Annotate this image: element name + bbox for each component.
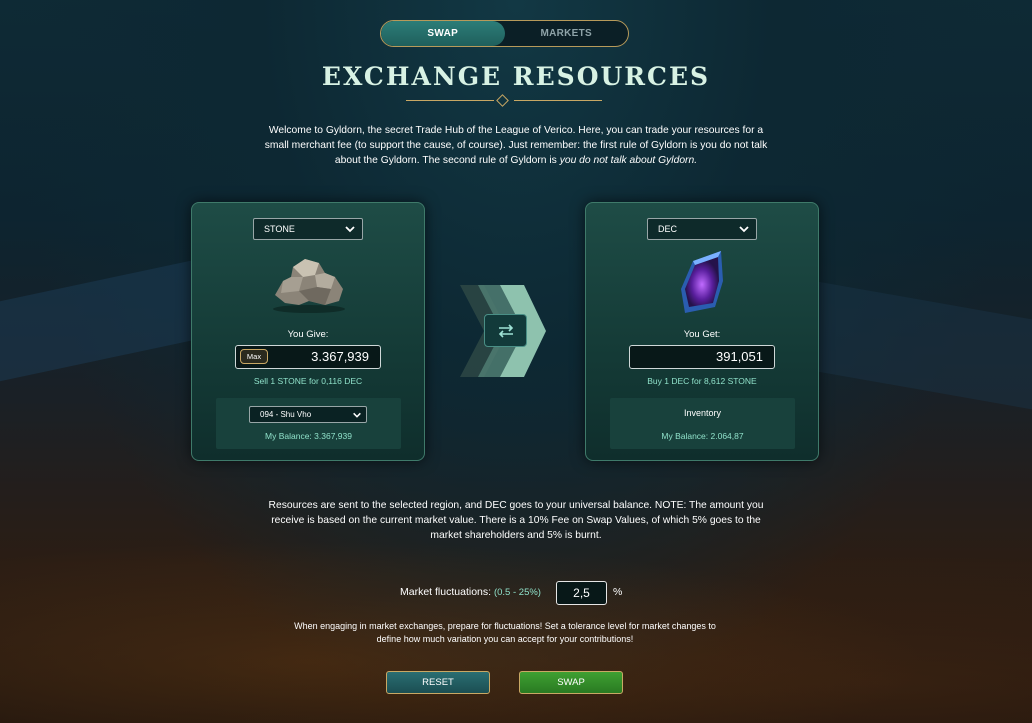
give-resource-value: STONE [264, 224, 295, 234]
max-button[interactable]: Max [240, 349, 268, 364]
reset-button[interactable]: RESET [386, 671, 490, 694]
inventory-panel: Inventory My Balance: 2.064,87 [610, 398, 795, 449]
stone-icon [273, 259, 345, 313]
get-amount-value: 391,051 [716, 349, 763, 364]
region-value: 094 - Shu Vho [260, 410, 312, 419]
fluctuation-label: Market fluctuations: (0.5 - 25%) [400, 586, 541, 598]
swap-button[interactable]: SWAP [519, 671, 623, 694]
you-give-label: You Give: [287, 329, 329, 340]
dec-crystal-icon [681, 251, 723, 313]
tab-swap[interactable]: SWAP [381, 21, 505, 46]
inventory-label: Inventory [683, 408, 722, 418]
page-title: EXCHANGE RESOURCES [321, 62, 711, 91]
intro-text: Welcome to Gyldorn, the secret Trade Hub… [262, 123, 770, 168]
give-amount-input[interactable]: Max 3.367,939 [235, 345, 381, 369]
swap-direction-button[interactable] [484, 314, 527, 347]
give-amount-value: 3.367,939 [311, 349, 369, 364]
fluctuation-range: (0.5 - 25%) [493, 587, 541, 598]
give-balance: My Balance: 3.367,939 [265, 431, 352, 441]
get-balance: My Balance: 2.064,87 [661, 431, 744, 441]
fluctuation-text: Market fluctuations: [400, 586, 492, 598]
mode-toggle: SWAP MARKETS [380, 20, 629, 47]
chevron-down-icon [353, 412, 361, 418]
region-select[interactable]: 094 - Shu Vho [249, 406, 367, 423]
get-resource-value: DEC [658, 224, 678, 234]
region-panel: 094 - Shu Vho My Balance: 3.367,939 [216, 398, 401, 449]
give-card: STONE You Give: Max 3.367,939 Sell 1 STO… [191, 202, 425, 461]
title-divider [406, 94, 602, 107]
percent-unit: % [613, 586, 623, 598]
chevron-down-icon [345, 226, 355, 233]
chevron-down-icon [739, 226, 749, 233]
buy-rate: Buy 1 DEC for 8,612 STONE [647, 376, 757, 386]
give-resource-select[interactable]: STONE [253, 218, 363, 240]
intro-emphasis: you do not talk about Gyldorn. [559, 155, 698, 166]
you-get-label: You Get: [683, 329, 721, 340]
fluctuation-note: When engaging in market exchanges, prepa… [294, 621, 716, 644]
swap-arrows-icon [498, 323, 513, 338]
get-amount-field[interactable]: 391,051 [629, 345, 775, 369]
get-resource-select[interactable]: DEC [647, 218, 757, 240]
get-card: DEC You Get: 391,051 Buy 1 DEC for 8,612… [585, 202, 819, 461]
tolerance-input[interactable]: 2,5 [556, 581, 607, 605]
swap-note: Resources are sent to the selected regio… [268, 500, 764, 541]
sell-rate: Sell 1 STONE for 0,116 DEC [253, 376, 363, 386]
tab-markets[interactable]: MARKETS [505, 21, 629, 46]
